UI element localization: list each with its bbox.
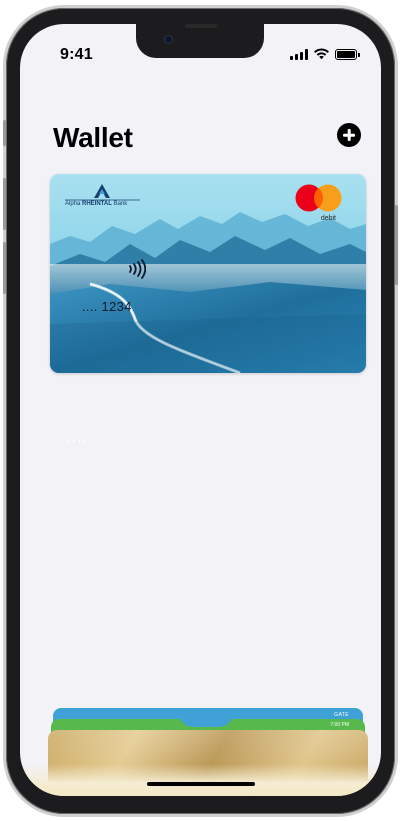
battery-icon xyxy=(335,49,360,60)
bank-name: Alpha RHEINTAL Bank xyxy=(65,201,128,207)
pass-label: GATE xyxy=(334,712,349,718)
mastercard-logo-icon xyxy=(295,184,342,212)
wallet-screen: 9:41 Wallet Alpha RHEINTAL Bank debit ..… xyxy=(20,24,381,796)
status-time: 9:41 xyxy=(60,46,93,63)
contactless-icon xyxy=(129,259,146,279)
page-title: Wallet xyxy=(53,122,133,153)
ticket-notch xyxy=(179,713,233,727)
cellular-signal-icon xyxy=(290,49,308,60)
loading-indicator xyxy=(68,429,90,442)
battery-level xyxy=(337,51,355,58)
status-icons xyxy=(290,48,360,60)
silent-switch xyxy=(3,120,6,146)
card-type-label: debit xyxy=(320,215,336,222)
wallet-header: Wallet xyxy=(53,122,363,162)
earpiece-speaker xyxy=(185,24,217,28)
bank-logo-icon xyxy=(65,184,140,201)
home-indicator[interactable] xyxy=(147,782,255,786)
front-camera xyxy=(164,35,173,44)
card-number: .... 1234 xyxy=(82,299,132,314)
add-card-button[interactable] xyxy=(337,123,361,147)
pass-label: 7:00 PM xyxy=(330,722,349,728)
volume-down-button xyxy=(3,242,6,294)
volume-up-button xyxy=(3,178,6,230)
power-button xyxy=(395,205,398,285)
bottom-fade xyxy=(20,764,381,796)
wifi-icon xyxy=(314,48,329,60)
notch xyxy=(136,24,264,58)
payment-card[interactable]: Alpha RHEINTAL Bank debit .... 1234 xyxy=(50,174,366,373)
